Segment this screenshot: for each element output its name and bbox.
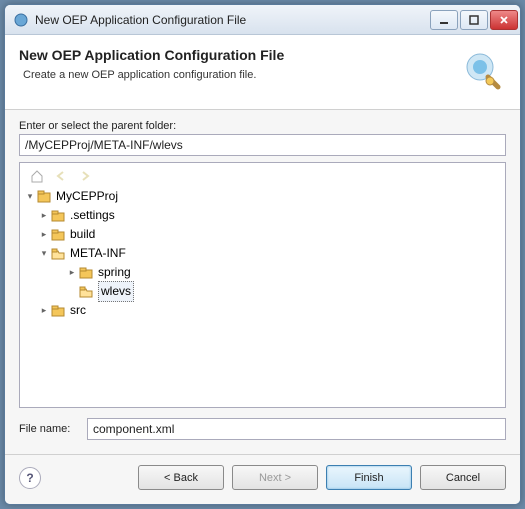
folder-icon [50, 208, 66, 224]
help-icon: ? [26, 471, 33, 485]
next-button: Next > [232, 465, 318, 490]
folder-open-icon [50, 246, 66, 262]
tree-node-label: build [70, 225, 95, 244]
folder-icon [50, 227, 66, 243]
filename-label: File name: [19, 423, 79, 435]
caret-icon: ▸ [38, 225, 50, 244]
wizard-header: New OEP Application Configuration File C… [5, 35, 520, 110]
home-icon[interactable] [28, 167, 46, 185]
folder-tree[interactable]: ▾ MyCEPProj ▸ .settings ▸ [19, 162, 506, 408]
back-button[interactable]: < Back [138, 465, 224, 490]
tree-toolbar [24, 165, 501, 187]
folder-open-icon [78, 284, 94, 300]
tree-node-selected[interactable]: wlevs [66, 282, 501, 301]
minimize-button[interactable] [430, 10, 458, 30]
wizard-footer: ? < Back Next > Finish Cancel [5, 454, 520, 504]
caret-icon: ▾ [38, 244, 50, 263]
wizard-body: Enter or select the parent folder: ▾ [5, 110, 520, 454]
folder-icon [50, 303, 66, 319]
app-icon [13, 12, 29, 28]
page-title: New OEP Application Configuration File [19, 47, 458, 63]
maximize-button[interactable] [460, 10, 488, 30]
tree-node-label: .settings [70, 206, 115, 225]
folder-icon [78, 265, 94, 281]
tree-node[interactable]: ▸ src [38, 301, 501, 320]
cancel-button[interactable]: Cancel [420, 465, 506, 490]
forward-arrow-icon [76, 167, 94, 185]
tree-node-label: META-INF [70, 244, 126, 263]
back-arrow-icon [52, 167, 70, 185]
wizard-window: New OEP Application Configuration File N… [4, 4, 521, 505]
caret-icon: ▸ [38, 206, 50, 225]
help-button[interactable]: ? [19, 467, 41, 489]
finish-button[interactable]: Finish [326, 465, 412, 490]
window-controls [430, 10, 518, 30]
tree-node-label: spring [98, 263, 131, 282]
tree-node[interactable]: ▾ META-INF [38, 244, 501, 263]
caret-icon: ▸ [66, 263, 78, 282]
filename-input[interactable] [87, 418, 506, 440]
tree-node-label: MyCEPProj [56, 187, 118, 206]
caret-icon: ▾ [24, 187, 36, 206]
project-icon [36, 189, 52, 205]
page-description: Create a new OEP application configurati… [23, 69, 458, 81]
titlebar[interactable]: New OEP Application Configuration File [5, 5, 520, 35]
tree-node-label: src [70, 301, 86, 320]
close-button[interactable] [490, 10, 518, 30]
parent-folder-input[interactable] [19, 134, 506, 156]
window-title: New OEP Application Configuration File [35, 13, 430, 27]
tree-node[interactable]: ▸ build [38, 225, 501, 244]
filename-row: File name: [19, 418, 506, 440]
caret-icon: ▸ [38, 301, 50, 320]
tree-node-label: wlevs [98, 281, 134, 302]
parent-folder-label: Enter or select the parent folder: [19, 120, 506, 132]
tree-root[interactable]: ▾ MyCEPProj [24, 187, 501, 206]
tree-node[interactable]: ▸ spring [66, 263, 501, 282]
wizard-banner-icon [458, 47, 506, 95]
tree-node[interactable]: ▸ .settings [38, 206, 501, 225]
